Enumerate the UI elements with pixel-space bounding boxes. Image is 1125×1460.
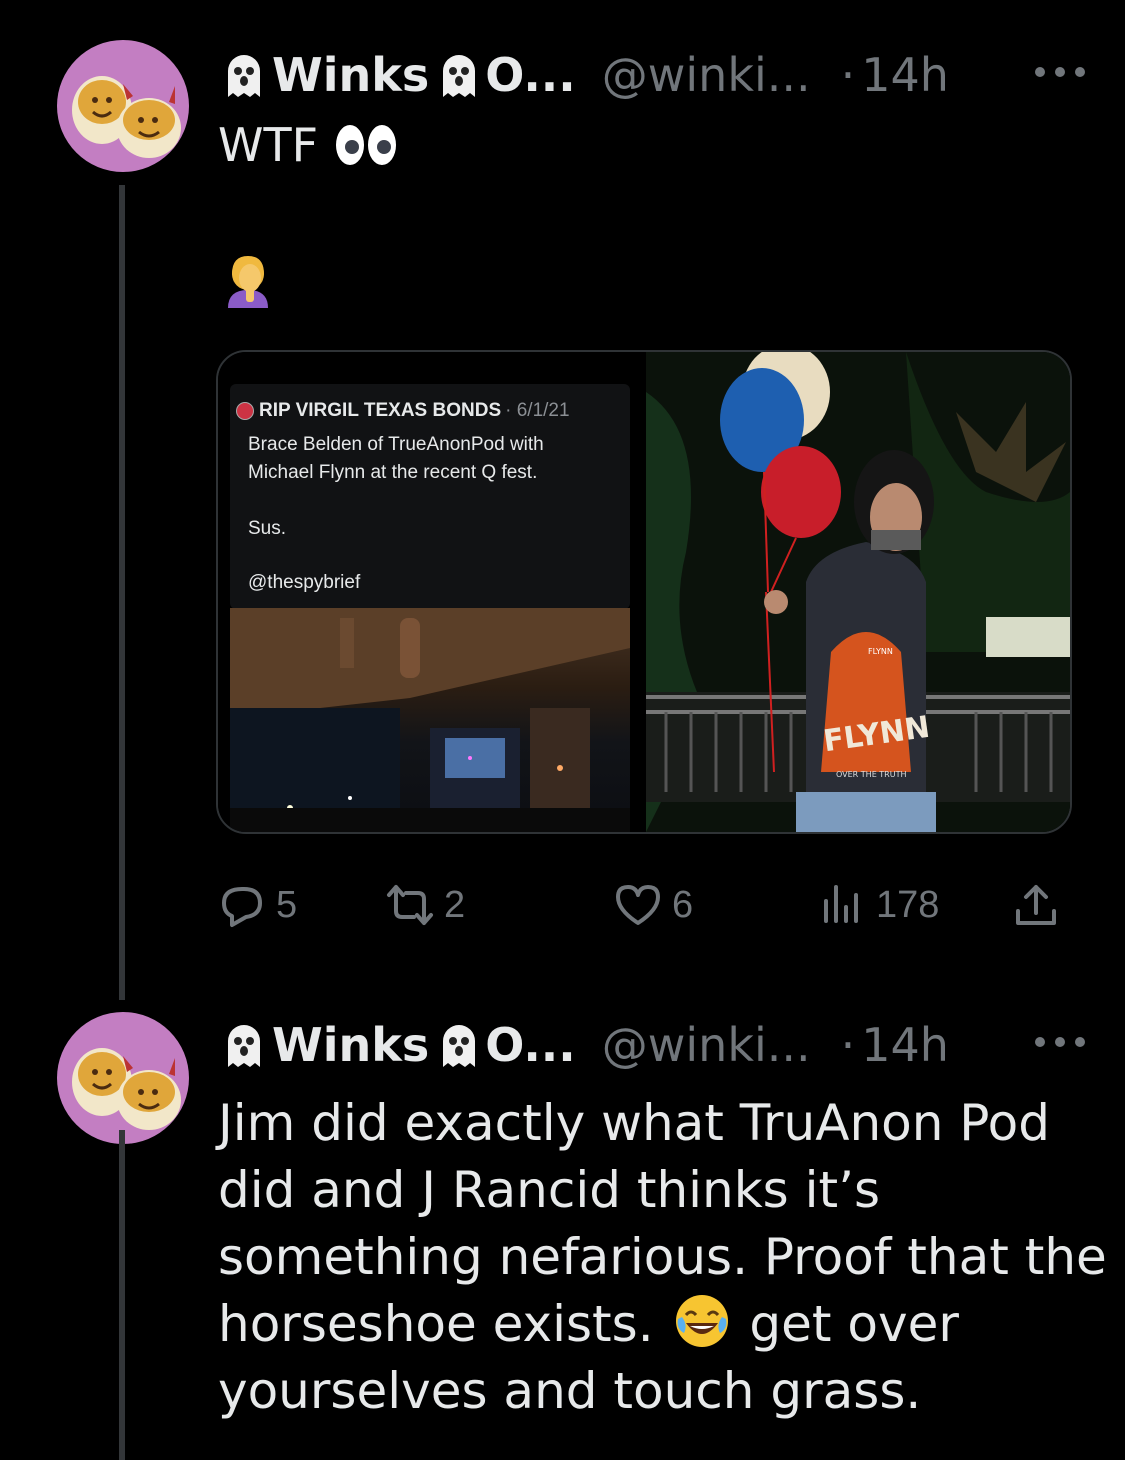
- separator-dot: ·: [840, 48, 856, 102]
- photo-slogan-text: OVER THE TRUTH: [836, 770, 907, 779]
- tweet-header: Winks O... @winki... · 14h: [218, 40, 1085, 110]
- ghost-icon: [443, 1025, 476, 1067]
- flynn-photo[interactable]: FLYNN FLYNN OVER THE TRUTH: [646, 352, 1070, 832]
- ghost-icon: [443, 55, 476, 97]
- timestamp[interactable]: 14h: [861, 1018, 949, 1072]
- display-name-suffix: O...: [485, 1018, 576, 1072]
- reply-icon: [222, 887, 262, 927]
- embedded-author-name: RIP VIRGIL TEXAS BONDS: [259, 400, 502, 421]
- embedded-post-date: · 6/1/21: [505, 400, 570, 421]
- thread-line: [119, 185, 125, 1000]
- tweet-1[interactable]: Winks O... @winki... · 14h WTF RIP VIRGI…: [0, 0, 1125, 1000]
- embedded-screenshot[interactable]: RIP VIRGIL TEXAS BONDS · 6/1/21 Brace Be…: [218, 352, 644, 832]
- action-bar: 5 2 6 178: [218, 870, 1064, 940]
- media-card[interactable]: RIP VIRGIL TEXAS BONDS · 6/1/21 Brace Be…: [216, 350, 1072, 834]
- display-name[interactable]: Winks O...: [218, 48, 576, 102]
- tweet-text-line: get over: [749, 1295, 959, 1353]
- like-icon: [616, 885, 660, 925]
- tweet-text-line: horseshoe exists.: [218, 1295, 654, 1353]
- avatar[interactable]: [57, 1012, 189, 1144]
- like-button[interactable]: 6: [614, 870, 693, 940]
- view-count: 178: [876, 883, 940, 926]
- tweet-text-line-group: horseshoe exists. get over: [218, 1291, 1078, 1358]
- ghost-icon: [228, 55, 260, 97]
- tweet-text-line: WTF: [218, 118, 319, 172]
- share-button[interactable]: [1012, 870, 1060, 940]
- avatar[interactable]: [57, 40, 189, 172]
- embedded-photo: [230, 608, 630, 832]
- embedded-post-line: Michael Flynn at the recent Q fest.: [248, 462, 538, 483]
- display-name-text: Winks: [272, 1018, 430, 1072]
- reply-count: 5: [276, 883, 298, 926]
- laughing-emoji: [675, 1295, 728, 1347]
- repost-button[interactable]: 2: [386, 870, 465, 940]
- timestamp[interactable]: 14h: [861, 48, 949, 102]
- tweet-2[interactable]: Winks O... @winki... · 14h Jim did exact…: [0, 990, 1125, 1460]
- embedded-post-line: Sus.: [248, 518, 287, 539]
- embedded-post-line: @thespybrief: [248, 572, 361, 593]
- embedded-post-line: Brace Belden of TrueAnonPod with: [248, 434, 544, 455]
- reply-button[interactable]: 5: [218, 870, 297, 940]
- eyes-emoji: [336, 125, 397, 165]
- display-name-suffix: O...: [485, 48, 576, 102]
- facepalm-emoji: [228, 256, 268, 308]
- globe-icon: [236, 402, 254, 420]
- tweet-header: Winks O... @winki... · 14h: [218, 1010, 1085, 1080]
- handle[interactable]: @winki...: [602, 48, 811, 102]
- tweet-text-line: did and J Rancid thinks it’s: [218, 1161, 881, 1219]
- photo-tag-text: FLYNN: [868, 647, 893, 656]
- repost-count: 2: [444, 883, 466, 926]
- views-button[interactable]: 178: [818, 870, 939, 940]
- like-count: 6: [672, 883, 694, 926]
- repost-icon: [387, 885, 433, 925]
- more-icon[interactable]: [1035, 1034, 1085, 1050]
- tweet-text-line: something nefarious. Proof that the: [218, 1228, 1107, 1286]
- embedded-post-author: RIP VIRGIL TEXAS BONDS · 6/1/21: [236, 400, 570, 422]
- display-name-text: Winks: [272, 48, 430, 102]
- handle[interactable]: @winki...: [602, 1018, 811, 1072]
- separator-dot: ·: [840, 1018, 856, 1072]
- views-icon: [824, 885, 858, 923]
- tweet-text: Jim did exactly what TruAnon Pod did and…: [218, 1090, 1107, 1425]
- display-name[interactable]: Winks O...: [218, 1018, 576, 1072]
- tweet-text-line: Jim did exactly what TruAnon Pod: [218, 1094, 1051, 1152]
- share-icon: [1016, 885, 1056, 925]
- tweet-text: WTF: [218, 118, 398, 172]
- tweet-text-line: yourselves and touch grass.: [218, 1362, 922, 1420]
- thread-line: [119, 1130, 125, 1460]
- more-icon[interactable]: [1035, 64, 1085, 80]
- ghost-icon: [228, 1025, 260, 1067]
